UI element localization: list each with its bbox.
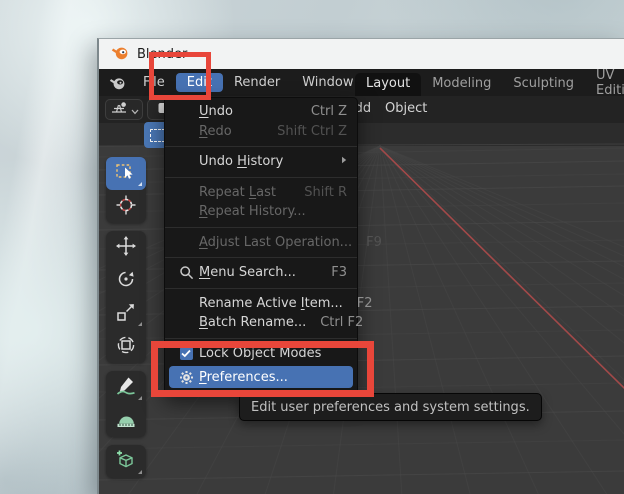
annotate-icon	[115, 375, 137, 401]
tab-modeling[interactable]: Modeling	[421, 73, 502, 96]
menu-item-batch-rename[interactable]: Batch Rename...Ctrl F2	[165, 313, 357, 333]
tab-sculpting[interactable]: Sculpting	[502, 73, 585, 96]
toolbar	[106, 157, 146, 478]
menu-item-shortcut: Shift Ctrl Z	[277, 124, 347, 139]
move-icon	[115, 235, 137, 261]
menu-item-label: Undo History	[199, 154, 341, 169]
tool-add-cube-button[interactable]	[106, 445, 146, 478]
tool-cursor-button[interactable]	[106, 190, 146, 223]
tool-group	[106, 371, 146, 437]
workspace-tabs: LayoutModelingSculptingUV Editing	[355, 72, 624, 96]
menu-item-undo-history[interactable]: Undo History	[165, 152, 357, 172]
menu-item-shortcut: Shift R	[304, 185, 347, 200]
blender-window: Blender FileEditRenderWindowHelp LayoutM…	[97, 38, 624, 494]
menu-item-undo[interactable]: Undo Ctrl Z	[165, 102, 357, 122]
tab-layout[interactable]: Layout	[355, 73, 421, 96]
menu-item-label: Menu Search...	[199, 265, 317, 280]
menu-item-repeat-last[interactable]: Repeat Last Shift R	[165, 183, 357, 203]
menu-separator	[165, 146, 357, 147]
desktop-background: Blender FileEditRenderWindowHelp LayoutM…	[0, 0, 624, 494]
annotation-box-preferences	[151, 341, 374, 397]
menu-item-rename-active-item[interactable]: Rename Active Item...F2	[165, 294, 357, 314]
transform-icon	[115, 334, 137, 360]
menu-item-shortcut: Ctrl F2	[320, 315, 363, 330]
menubar-item-window[interactable]: Window	[291, 73, 364, 92]
select-box-mode-icon	[150, 129, 165, 142]
tool-transform-button[interactable]	[106, 330, 146, 363]
tooltip-text: Edit user preferences and system setting…	[251, 400, 530, 415]
menu-item-label: Undo	[199, 104, 297, 119]
tool-annotate-button[interactable]	[106, 371, 146, 404]
menu-item-shortcut: F3	[331, 265, 347, 280]
menu-separator	[165, 227, 357, 228]
menu-item-label: Rename Active Item...	[199, 296, 343, 311]
menu-item-label: Repeat History...	[199, 204, 347, 219]
menu-item-shortcut: F2	[357, 296, 373, 311]
cursor-icon	[115, 194, 137, 220]
menu-item-label: Adjust Last Operation...	[199, 235, 352, 250]
menu-item-shortcut: Ctrl Z	[311, 104, 347, 119]
menu-item-redo[interactable]: Redo Shift Ctrl Z	[165, 122, 357, 142]
tool-scale-button[interactable]	[106, 297, 146, 330]
measure-icon	[115, 408, 137, 434]
submenu-arrow-icon	[341, 156, 347, 167]
rotate-icon	[115, 268, 137, 294]
menu-separator	[165, 338, 357, 339]
menu-separator	[165, 257, 357, 258]
menu-item-label: Redo	[199, 124, 263, 139]
menu-item-label: Repeat Last	[199, 185, 290, 200]
menu-item-menu-search[interactable]: Menu Search... F3	[165, 263, 357, 283]
chevron-down-icon	[131, 100, 139, 119]
tool-group	[106, 157, 146, 223]
tool-rotate-button[interactable]	[106, 264, 146, 297]
scale-icon	[115, 301, 137, 327]
editor-type-button[interactable]	[105, 99, 143, 120]
menu-separator	[165, 177, 357, 178]
annotation-box-edit	[149, 52, 211, 100]
select-box-icon	[115, 162, 137, 186]
tool-group	[106, 445, 146, 478]
menu-separator	[165, 288, 357, 289]
tooltip: Edit user preferences and system setting…	[239, 393, 542, 421]
menu-item-label: Batch Rename...	[199, 315, 306, 330]
menu-item-repeat-history[interactable]: Repeat History...	[165, 202, 357, 222]
editor-type-icon	[110, 100, 128, 119]
tool-select-box-button[interactable]	[106, 157, 146, 190]
menu-item-adjust-last-operation[interactable]: Adjust Last Operation...F9	[165, 233, 357, 253]
tool-group	[106, 231, 146, 363]
add-cube-icon	[115, 449, 137, 475]
header-menu-object[interactable]: Object	[385, 101, 427, 116]
tool-measure-button[interactable]	[106, 404, 146, 437]
menubar-item-render[interactable]: Render	[223, 73, 291, 92]
tool-move-button[interactable]	[106, 231, 146, 264]
blender-logo-icon	[111, 45, 129, 64]
menu-item-shortcut: F9	[366, 235, 382, 250]
blender-menu-logo-icon[interactable]	[109, 76, 126, 90]
search-icon	[173, 265, 199, 280]
